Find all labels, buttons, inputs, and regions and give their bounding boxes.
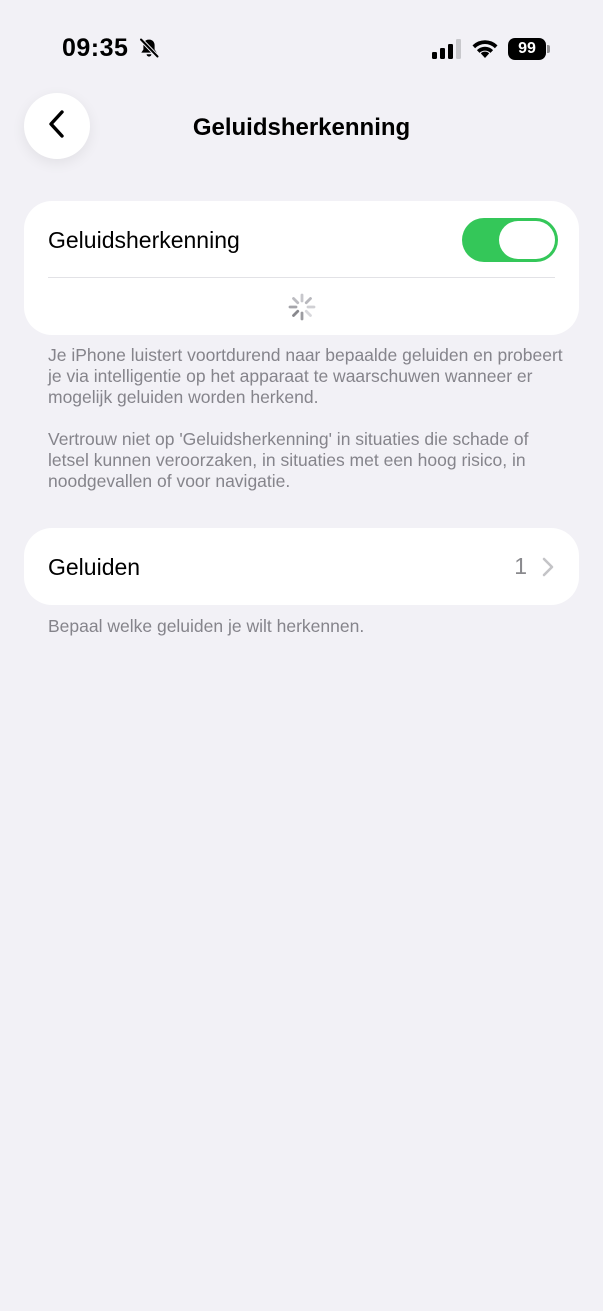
sounds-description: Bepaal welke geluiden je wilt herkennen. xyxy=(48,616,365,636)
sounds-label: Geluiden xyxy=(48,554,141,580)
cellular-signal-icon xyxy=(432,39,462,59)
sound-recognition-description: Je iPhone luistert voortdurend naar bepa… xyxy=(48,345,563,407)
status-time: 09:35 xyxy=(62,34,129,62)
sound-recognition-warning: Vertrouw niet op 'Geluidsherkenning' in … xyxy=(48,429,529,491)
sound-recognition-toggle[interactable] xyxy=(462,218,558,262)
status-bar: 09:35 99 xyxy=(0,0,603,90)
sounds-count: 1 xyxy=(514,553,527,579)
sounds-row[interactable]: Geluiden 1 xyxy=(24,528,579,605)
page-title: Geluidsherkenning xyxy=(192,114,411,141)
wifi-icon xyxy=(471,38,499,59)
navigation-bar: Geluidsherkenning xyxy=(0,90,603,164)
divider xyxy=(48,277,555,278)
bell-slash-icon xyxy=(138,37,160,59)
sound-recognition-label: Geluidsherkenning xyxy=(48,227,240,253)
battery-level: 99 xyxy=(508,38,546,60)
battery-icon: 99 xyxy=(508,38,550,60)
activity-spinner-icon xyxy=(287,292,317,322)
chevron-right-icon xyxy=(541,556,555,578)
toggle-knob xyxy=(499,221,555,259)
sound-recognition-group: Geluidsherkenning xyxy=(24,201,579,335)
